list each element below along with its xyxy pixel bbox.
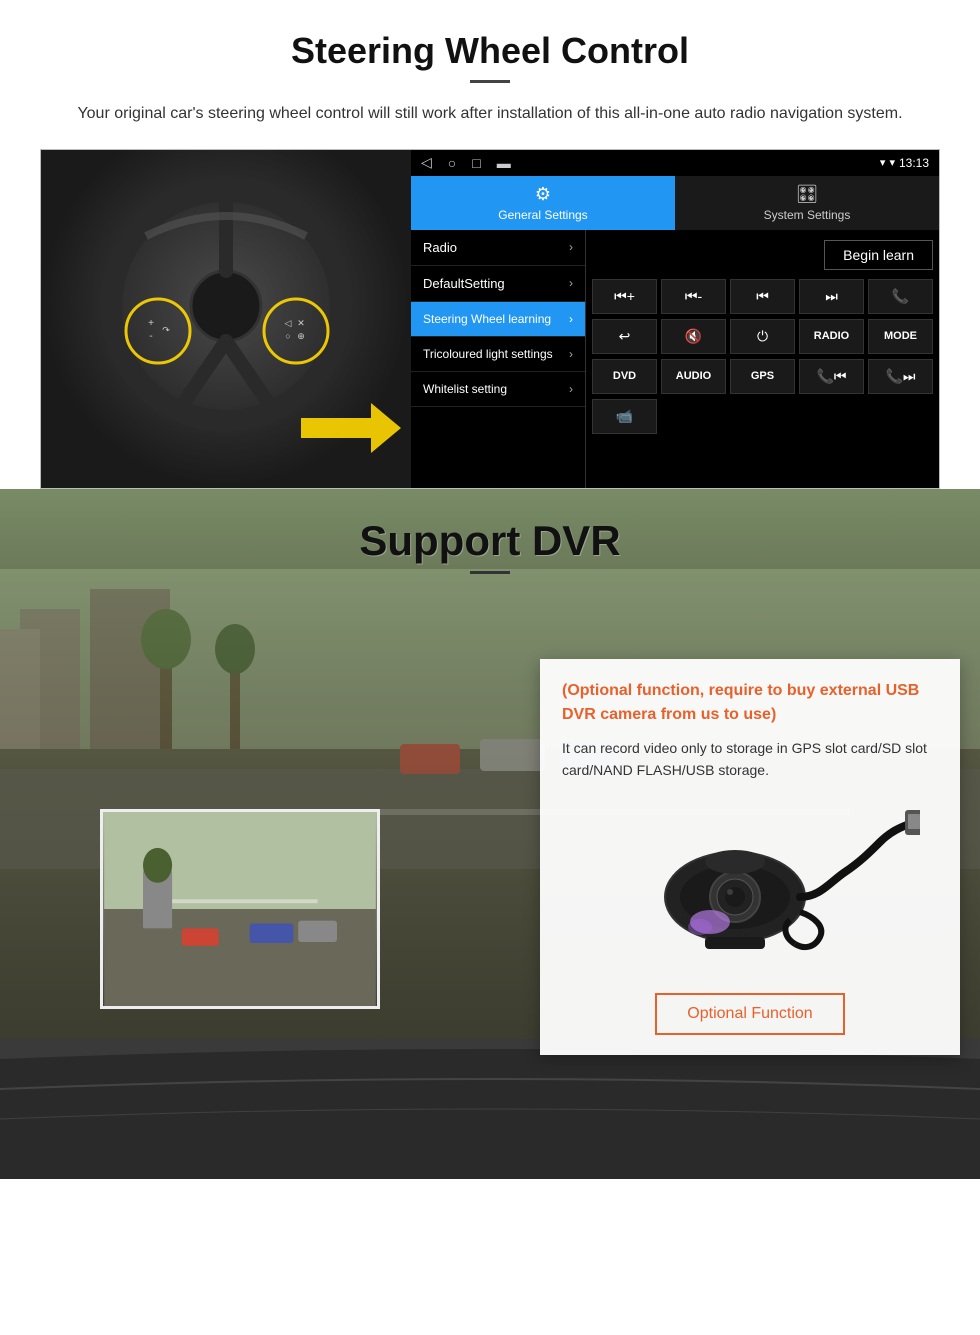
dvr-info-card: (Optional function, require to buy exter… [540, 659, 960, 1056]
wifi-icon: ▾ [889, 156, 895, 169]
status-icons: ▾ ▾ 13:13 [880, 156, 929, 170]
svg-text:✕: ✕ [297, 318, 305, 328]
chevron-icon: › [569, 347, 573, 361]
steering-wheel-svg: + - ↷ ◁ ✕ ○ ⊕ [96, 176, 356, 436]
steering-title: Steering Wheel Control [40, 30, 940, 72]
gear-icon: ⚙ [535, 184, 551, 205]
ctrl-vol-up[interactable]: ⏮+ [592, 279, 657, 314]
android-panel: ◁ ○ □ ▬ ▾ ▾ 13:13 ⚙ General Settings [411, 150, 939, 488]
dvr-camera-illustration [562, 797, 938, 977]
chevron-icon: › [569, 382, 573, 396]
begin-learn-button[interactable]: Begin learn [824, 240, 933, 270]
tab-system-settings[interactable]: 🎛 System Settings [675, 176, 939, 230]
ctrl-radio[interactable]: RADIO [799, 319, 864, 354]
menu-item-whitelist[interactable]: Whitelist setting › [411, 372, 585, 407]
ctrl-next-track[interactable]: ⏭ [799, 279, 864, 314]
menu-item-radio[interactable]: Radio › [411, 230, 585, 266]
controls-row-4: 📹 [592, 399, 933, 434]
ctrl-power[interactable]: ⏻ [730, 319, 795, 354]
chevron-icon: › [569, 276, 573, 290]
dvr-section: Support DVR (Optional func [0, 489, 980, 1179]
tab-system-label: System Settings [764, 208, 851, 222]
dvr-background: Support DVR (Optional func [0, 489, 980, 1179]
menu-list: Radio › DefaultSetting › Steering Wheel … [411, 230, 939, 488]
ctrl-prev-track[interactable]: ⏮ [730, 279, 795, 314]
preview-image [103, 812, 377, 1006]
optional-function-button[interactable]: Optional Function [655, 993, 844, 1035]
title-divider [470, 80, 510, 83]
dvr-title-block: Support DVR [0, 489, 980, 580]
tab-general-settings[interactable]: ⚙ General Settings [411, 176, 675, 230]
right-controls-panel: Begin learn ⏮+ ⏮- ⏮ ⏭ 📞 ↩ 🔇 ⏻ [586, 230, 939, 488]
steering-photo: + - ↷ ◁ ✕ ○ ⊕ [41, 150, 411, 488]
optional-required-text: (Optional function, require to buy exter… [562, 679, 938, 727]
tab-general-label: General Settings [498, 208, 587, 222]
ctrl-phone-prev[interactable]: 📞⏮ [799, 359, 864, 394]
android-statusbar: ◁ ○ □ ▬ ▾ ▾ 13:13 [411, 150, 939, 176]
signal-icon: ▾ [880, 156, 886, 169]
controls-row-2: ↩ 🔇 ⏻ RADIO MODE [592, 319, 933, 354]
preview-scene-svg [103, 812, 377, 1006]
yellow-arrow [301, 398, 401, 458]
dvr-title: Support DVR [0, 517, 980, 565]
dvr-preview-thumbnail [100, 809, 380, 1009]
ctrl-dvr[interactable]: 📹 [592, 399, 657, 434]
ctrl-mode[interactable]: MODE [868, 319, 933, 354]
svg-text:◁: ◁ [285, 318, 292, 328]
dvr-divider [470, 571, 510, 574]
dvr-description: It can record video only to storage in G… [562, 737, 938, 782]
settings-tabs: ⚙ General Settings 🎛 System Settings [411, 176, 939, 230]
system-icon: 🎛 [796, 184, 819, 205]
chevron-icon: › [569, 312, 573, 326]
steering-section: Steering Wheel Control Your original car… [0, 0, 980, 489]
ctrl-audio[interactable]: AUDIO [661, 359, 726, 394]
home-icon: ○ [448, 155, 456, 171]
begin-learn-row: Begin learn [592, 236, 933, 274]
ctrl-phone-next[interactable]: 📞⏭ [868, 359, 933, 394]
menu-icon: ▬ [497, 155, 511, 171]
ctrl-mute[interactable]: 🔇 [661, 319, 726, 354]
steering-composite: + - ↷ ◁ ✕ ○ ⊕ [40, 149, 940, 489]
chevron-icon: › [569, 240, 573, 254]
controls-row-1: ⏮+ ⏮- ⏮ ⏭ 📞 [592, 279, 933, 314]
svg-text:⊕: ⊕ [297, 331, 305, 341]
menu-items-panel: Radio › DefaultSetting › Steering Wheel … [411, 230, 586, 488]
ctrl-vol-down[interactable]: ⏮- [661, 279, 726, 314]
ctrl-phone[interactable]: 📞 [868, 279, 933, 314]
svg-text:○: ○ [285, 331, 290, 341]
svg-text:-: - [149, 331, 152, 342]
dvr-camera-svg [580, 802, 920, 972]
ctrl-back[interactable]: ↩ [592, 319, 657, 354]
svg-text:↷: ↷ [162, 325, 170, 335]
menu-item-defaultsetting[interactable]: DefaultSetting › [411, 266, 585, 302]
clock: 13:13 [899, 156, 929, 170]
ctrl-dvd[interactable]: DVD [592, 359, 657, 394]
dashboard-svg [0, 1039, 980, 1179]
menu-item-steering-wheel[interactable]: Steering Wheel learning › [411, 302, 585, 337]
svg-text:+: + [148, 318, 154, 329]
steering-subtitle: Your original car's steering wheel contr… [40, 101, 940, 127]
back-icon: ◁ [421, 154, 432, 171]
controls-row-3: DVD AUDIO GPS 📞⏮ 📞⏭ [592, 359, 933, 394]
menu-item-tricoloured[interactable]: Tricoloured light settings › [411, 337, 585, 372]
dashboard-bottom [0, 1039, 980, 1179]
ctrl-gps[interactable]: GPS [730, 359, 795, 394]
recents-icon: □ [472, 155, 480, 171]
